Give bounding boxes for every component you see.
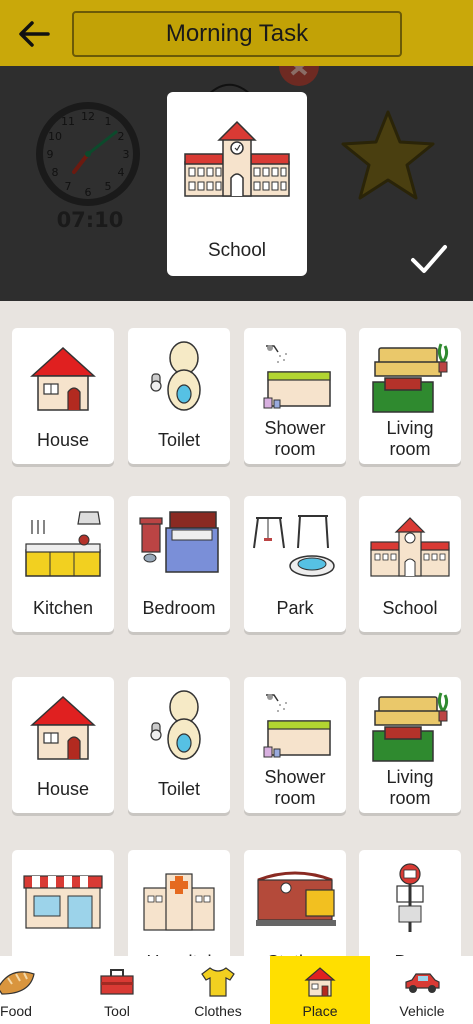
remove-badge-icon[interactable] [276,66,322,88]
header-bar: Morning Task [0,0,473,66]
school-icon [184,120,290,197]
shop-icon [20,862,106,936]
svg-text:5: 5 [105,180,112,193]
kitchen-icon [20,508,106,582]
place-card-label: House [36,430,90,450]
place-card-label: School [382,598,438,618]
place-card[interactable]: Bus [359,850,461,956]
selected-item-label: School [207,240,267,261]
place-card[interactable]: Shower room [244,328,346,464]
svg-text:6: 6 [85,186,92,199]
nav-item-label: Vehicle [399,1003,445,1019]
svg-text:7: 7 [65,180,72,193]
clock-icon: 12 1 2 345 678 9 10 11 [34,100,142,208]
svg-text:10: 10 [48,130,62,143]
place-card[interactable] [12,850,114,956]
nav-item-place[interactable]: Place [270,956,370,1024]
nav-item-label: Place [302,1003,338,1019]
nav-item-label: Tool [104,1003,130,1019]
place-card[interactable]: Park [244,496,346,632]
place-card-label: Park [276,598,314,618]
swing-icon [252,508,338,582]
place-card[interactable]: House [12,677,114,813]
place-card-label: Shower room [264,767,326,808]
svg-text:3: 3 [123,148,130,161]
house-icon [300,964,340,998]
bed-icon [136,508,222,582]
place-grid: House Toilet Shower room Living room Kit… [0,301,473,956]
place-card[interactable]: Bedroom [128,496,230,632]
confirm-button[interactable] [410,243,448,275]
nav-item-label: Food [0,1003,32,1019]
place-card[interactable]: Station [244,850,346,956]
tshirt-icon [198,964,238,998]
place-card-label: Living room [386,418,434,459]
house-icon [20,689,106,763]
svg-text:11: 11 [61,115,75,128]
house-icon [20,340,106,414]
hospital-icon [136,862,222,936]
toilet-icon [136,689,222,763]
svg-text:4: 4 [118,166,125,179]
place-card[interactable]: Living room [359,677,461,813]
page-title: Morning Task [165,20,309,47]
nav-item-label: Clothes [194,1003,242,1019]
nav-item-food[interactable]: Food [0,956,66,1024]
place-card-label: Kitchen [32,598,94,618]
back-button[interactable] [14,14,54,54]
sofa-icon [367,689,453,763]
place-card-label: Toilet [157,430,201,450]
arrow-left-icon [19,21,50,47]
bathtub-icon [252,689,338,763]
place-card[interactable]: Kitchen [12,496,114,632]
svg-text:8: 8 [52,166,59,179]
place-card-label: Living room [386,767,434,808]
place-card[interactable]: Hospital [128,850,230,956]
bathtub-icon [252,340,338,414]
selected-item-card[interactable]: School [167,92,307,276]
school-icon [367,508,453,582]
place-card[interactable]: Toilet [128,677,230,813]
toilet-icon [136,340,222,414]
svg-text:9: 9 [47,148,54,161]
category-nav: Food Tool Clothes Place Vehicle [0,956,473,1024]
place-card[interactable]: Living room [359,328,461,464]
task-title-box[interactable]: Morning Task [72,11,402,57]
place-card-label: Toilet [157,779,201,799]
svg-text:2: 2 [118,130,125,143]
car-icon [402,964,442,998]
nav-item-vehicle[interactable]: Vehicle [372,956,472,1024]
station-icon [252,862,338,936]
place-card[interactable]: House [12,328,114,464]
svg-text:12: 12 [81,110,95,123]
sofa-icon [367,340,453,414]
clock-time: 07:10 [56,208,124,232]
place-card-label: Bedroom [142,598,216,618]
nav-item-tool[interactable]: Tool [67,956,167,1024]
place-card[interactable]: School [359,496,461,632]
place-card[interactable]: Toilet [128,328,230,464]
bread-icon [0,964,36,998]
checkmark-icon [411,245,447,273]
place-card-label: House [36,779,90,799]
nav-item-clothes[interactable]: Clothes [168,956,268,1024]
toolbox-icon [97,964,137,998]
star-icon [338,108,438,204]
svg-text:1: 1 [105,115,112,128]
place-card[interactable]: Shower room [244,677,346,813]
place-card-label: Shower room [264,418,326,459]
bus-stop-icon [367,862,453,936]
